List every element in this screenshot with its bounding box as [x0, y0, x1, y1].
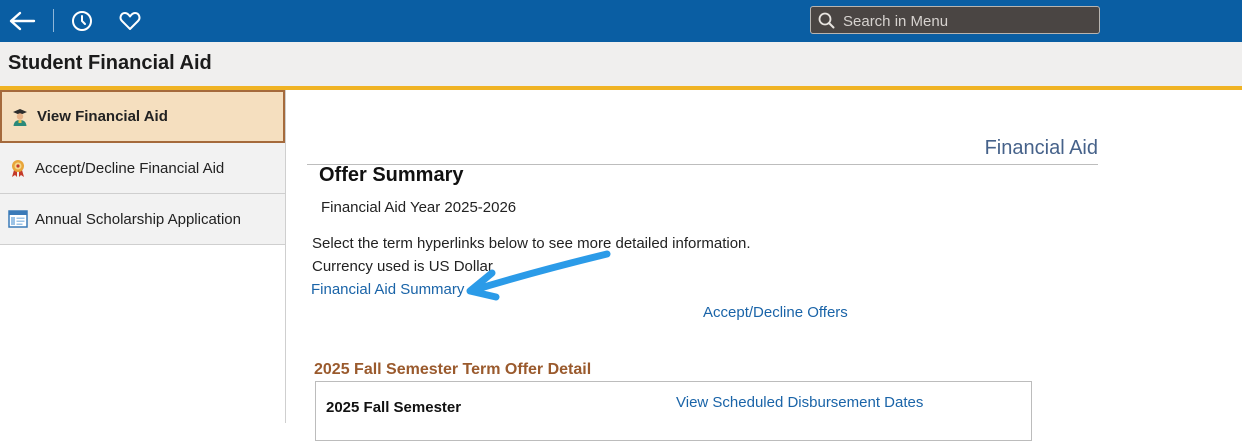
page-title: Student Financial Aid [8, 52, 212, 74]
financial-aid-summary-link[interactable]: Financial Aid Summary [311, 281, 464, 298]
student-graduate-icon [10, 107, 30, 127]
term-offer-heading: 2025 Fall Semester Term Offer Detail [314, 361, 592, 378]
header-divider [53, 9, 54, 32]
application-window-icon [8, 209, 28, 229]
offer-summary-heading: Offer Summary [319, 164, 464, 186]
instruction-text: Select the term hyperlinks below to see … [312, 235, 751, 252]
page-title-bar: Student Financial Aid [0, 42, 1242, 86]
top-banner [0, 0, 1242, 42]
history-icon [72, 11, 92, 31]
recently-visited-button[interactable] [67, 7, 97, 35]
aid-year-label: Financial Aid Year 2025-2026 [321, 199, 517, 216]
term-name: 2025 Fall Semester [326, 399, 462, 416]
sidebar-item-view-financial-aid[interactable]: View Financial Aid [0, 90, 285, 143]
section-title: Financial Aid [984, 137, 1098, 159]
sidebar-item-scholarship-application[interactable]: Annual Scholarship Application [0, 194, 285, 245]
sidebar-item-label: Accept/Decline Financial Aid [35, 159, 225, 177]
sidebar-item-label: View Financial Aid [37, 108, 168, 125]
back-button[interactable] [7, 7, 37, 35]
currency-text: Currency used is US Dollar [312, 258, 493, 275]
award-ribbon-icon [8, 158, 28, 178]
view-disbursement-dates-link[interactable]: View Scheduled Disbursement Dates [676, 394, 923, 411]
back-arrow-icon [9, 11, 36, 31]
search-menu-box[interactable] [810, 6, 1100, 34]
sidebar-item-accept-decline[interactable]: Accept/Decline Financial Aid [0, 143, 285, 194]
accept-decline-offers-link[interactable]: Accept/Decline Offers [703, 304, 848, 321]
term-offer-box: 2025 Fall Semester View Scheduled Disbur… [315, 381, 1032, 441]
sidebar-item-label: Annual Scholarship Application [35, 210, 241, 228]
favorites-button[interactable] [115, 7, 145, 35]
search-icon [818, 12, 835, 29]
left-navigation: View Financial Aid Accept/Decline Financ… [0, 90, 286, 423]
section-header: Financial Aid [307, 137, 1098, 165]
main-content: Financial Aid Offer Summary Financial Ai… [287, 90, 1242, 441]
search-input[interactable] [841, 10, 1095, 32]
heart-icon [119, 12, 141, 30]
